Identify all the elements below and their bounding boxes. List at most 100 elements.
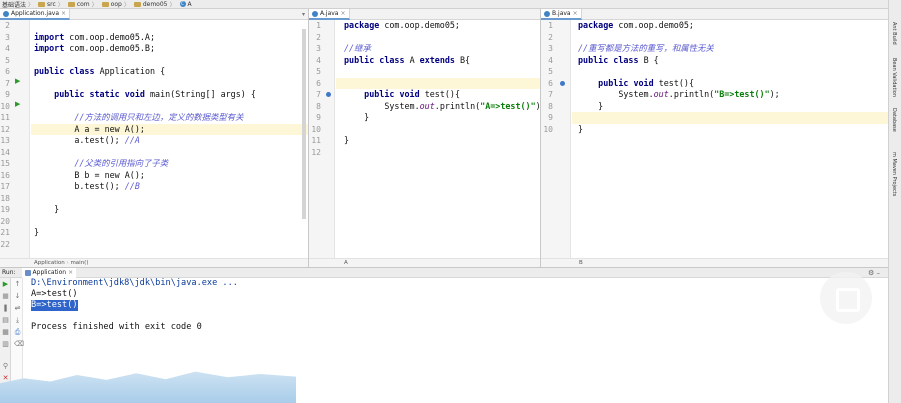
line-number: 3	[316, 44, 321, 53]
code-comment: //重写都是方法的重写，和属性无关	[578, 43, 714, 53]
code-comment: //方法的调用只和左边，定义的数据类型有关	[34, 112, 244, 122]
scroll-up-icon[interactable]: ↑	[14, 281, 21, 288]
line-number: 9	[316, 113, 321, 122]
line-number: 22	[0, 239, 10, 249]
editor-pane-b: B.java × 1 package com.oop.demo05; 2 3//重…	[541, 9, 888, 267]
application-run-icon	[24, 269, 31, 276]
line-number: 5	[316, 67, 321, 76]
line-number: 6	[548, 78, 553, 88]
close-panel-icon[interactable]: ✕	[2, 375, 9, 382]
stop-icon[interactable]: ■	[2, 293, 9, 300]
line-number: 14	[0, 147, 10, 157]
code-line: }	[578, 100, 604, 111]
close-icon[interactable]: ×	[340, 10, 345, 17]
line-number: 11	[0, 113, 10, 122]
scroll-down-icon[interactable]: ↓	[14, 293, 21, 300]
status-method[interactable]: main()	[70, 260, 88, 266]
folder-icon	[101, 1, 109, 7]
line-number: 6	[316, 78, 321, 88]
chevron-down-icon[interactable]: ▾	[302, 11, 305, 18]
code-line: test(){	[658, 77, 694, 88]
code-area[interactable]: 2 3 import com.oop.demo05.A; 4 import com.…	[0, 20, 308, 258]
java-class-icon	[544, 10, 550, 17]
folder-icon	[67, 1, 75, 7]
status-class[interactable]: A	[344, 260, 348, 266]
database-tool[interactable]: Database	[891, 108, 897, 132]
editor-tabbar: Application.java × ▾	[0, 9, 308, 20]
breadcrumb-project[interactable]: 基础语法〉	[2, 0, 34, 9]
code-line: }	[34, 204, 60, 214]
editor-breadcrumb: Application › main()	[0, 258, 308, 267]
restore-layout-icon[interactable]: ▤	[2, 317, 9, 324]
line-number: 4	[548, 55, 553, 65]
status-class[interactable]: B	[579, 260, 583, 266]
code-line: B {	[643, 54, 659, 65]
soft-wrap-icon[interactable]: ⇌	[14, 305, 21, 312]
line-number: 7	[548, 90, 553, 99]
code-line: }	[34, 227, 40, 237]
dump-threads-icon[interactable]: ▦	[2, 329, 9, 336]
breadcrumb-oop[interactable]: oop 〉	[101, 0, 130, 9]
close-icon[interactable]: ×	[61, 10, 66, 17]
maven-projects-tool[interactable]: m Maven Projects	[891, 152, 897, 196]
tab-label: B.java	[552, 10, 571, 17]
code-line: com.oop.demo05.B;	[69, 43, 156, 53]
line-number: 18	[0, 193, 10, 203]
tab-label: Application.java	[11, 10, 60, 17]
code-line: }	[344, 112, 370, 122]
run-method-icon[interactable]: ▶	[15, 100, 20, 108]
console-line: A=>test()	[31, 289, 78, 299]
code-line: B{	[460, 54, 471, 65]
code-area[interactable]: 1 package com.oop.demo05; 2 3//重写都是方法的重写，…	[543, 20, 888, 258]
breadcrumb-demo05[interactable]: demo05 〉	[133, 0, 176, 9]
ide-window: 基础语法〉 src 〉 com 〉 oop 〉 demo05 〉 CA Applicat…	[0, 0, 901, 403]
line-number: 20	[0, 216, 10, 226]
breadcrumb-label: oop	[110, 0, 122, 8]
editor-pane-a: A.java × 1 package com.oop.demo05; 2 3//继…	[309, 9, 540, 267]
line-number: 3	[5, 32, 10, 42]
code-area[interactable]: 1 package com.oop.demo05; 2 3//继承 4 public…	[311, 20, 540, 258]
class-icon: C	[179, 1, 186, 7]
trash-icon[interactable]: ⌫	[14, 341, 24, 348]
line-number: 19	[0, 205, 10, 214]
console-line: D:\Environment\jdk8\jdk\bin\java.exe ...	[31, 278, 238, 288]
pause-icon[interactable]: ❚	[2, 305, 9, 312]
scroll-to-end-icon[interactable]: ⤓	[14, 317, 21, 324]
line-number: 11	[311, 136, 321, 145]
tab-application-java[interactable]: Application.java ×	[0, 9, 71, 20]
editor-breadcrumb: A	[309, 258, 540, 267]
line-number: 10	[0, 101, 10, 111]
ant-build-tool[interactable]: Ant Build	[891, 22, 897, 45]
print-icon[interactable]: ⎙	[14, 329, 21, 336]
overridden-marker-icon[interactable]	[560, 81, 565, 86]
code-line: }	[578, 123, 584, 134]
rerun-icon[interactable]: ▶	[2, 281, 9, 288]
run-class-icon[interactable]: ▶	[15, 77, 20, 85]
pin-icon[interactable]: ⚲	[2, 363, 9, 370]
breadcrumb-src[interactable]: src 〉	[38, 0, 64, 9]
bean-validation-tool[interactable]: Bean Validation	[891, 58, 897, 97]
gear-icon[interactable]: ⚙ –	[868, 269, 880, 277]
close-icon[interactable]: ×	[573, 10, 578, 17]
override-marker-icon[interactable]	[326, 92, 331, 97]
console-line: Process finished with exit code 0	[31, 322, 202, 332]
status-class[interactable]: Application	[34, 260, 65, 266]
line-number: 3	[548, 44, 553, 53]
breadcrumb-class-a[interactable]: CA	[179, 1, 192, 8]
console-line-selected: B=>test()	[31, 300, 78, 311]
run-tab-application[interactable]: Application ×	[21, 267, 77, 278]
breadcrumb-com[interactable]: com 〉	[67, 0, 98, 9]
code-line: com.oop.demo05;	[618, 20, 694, 30]
current-line: 9	[548, 112, 888, 124]
code-line: A a = new A();	[34, 123, 145, 134]
tab-b-java[interactable]: B.java ×	[541, 9, 582, 20]
line-number: 12	[311, 147, 321, 157]
scrollbar[interactable]	[302, 29, 306, 219]
right-tool-strip: Ant Build Bean Validation Database m Mav…	[888, 0, 901, 403]
editor-tabbar: B.java ×	[541, 9, 888, 20]
tab-a-java[interactable]: A.java ×	[309, 9, 350, 20]
close-icon[interactable]: ×	[68, 269, 73, 276]
code-line: main(String[] args) {	[149, 89, 256, 99]
settings-icon[interactable]: ▥	[2, 341, 9, 348]
run-panel-header: Run: Application × ⚙ –	[0, 267, 888, 278]
